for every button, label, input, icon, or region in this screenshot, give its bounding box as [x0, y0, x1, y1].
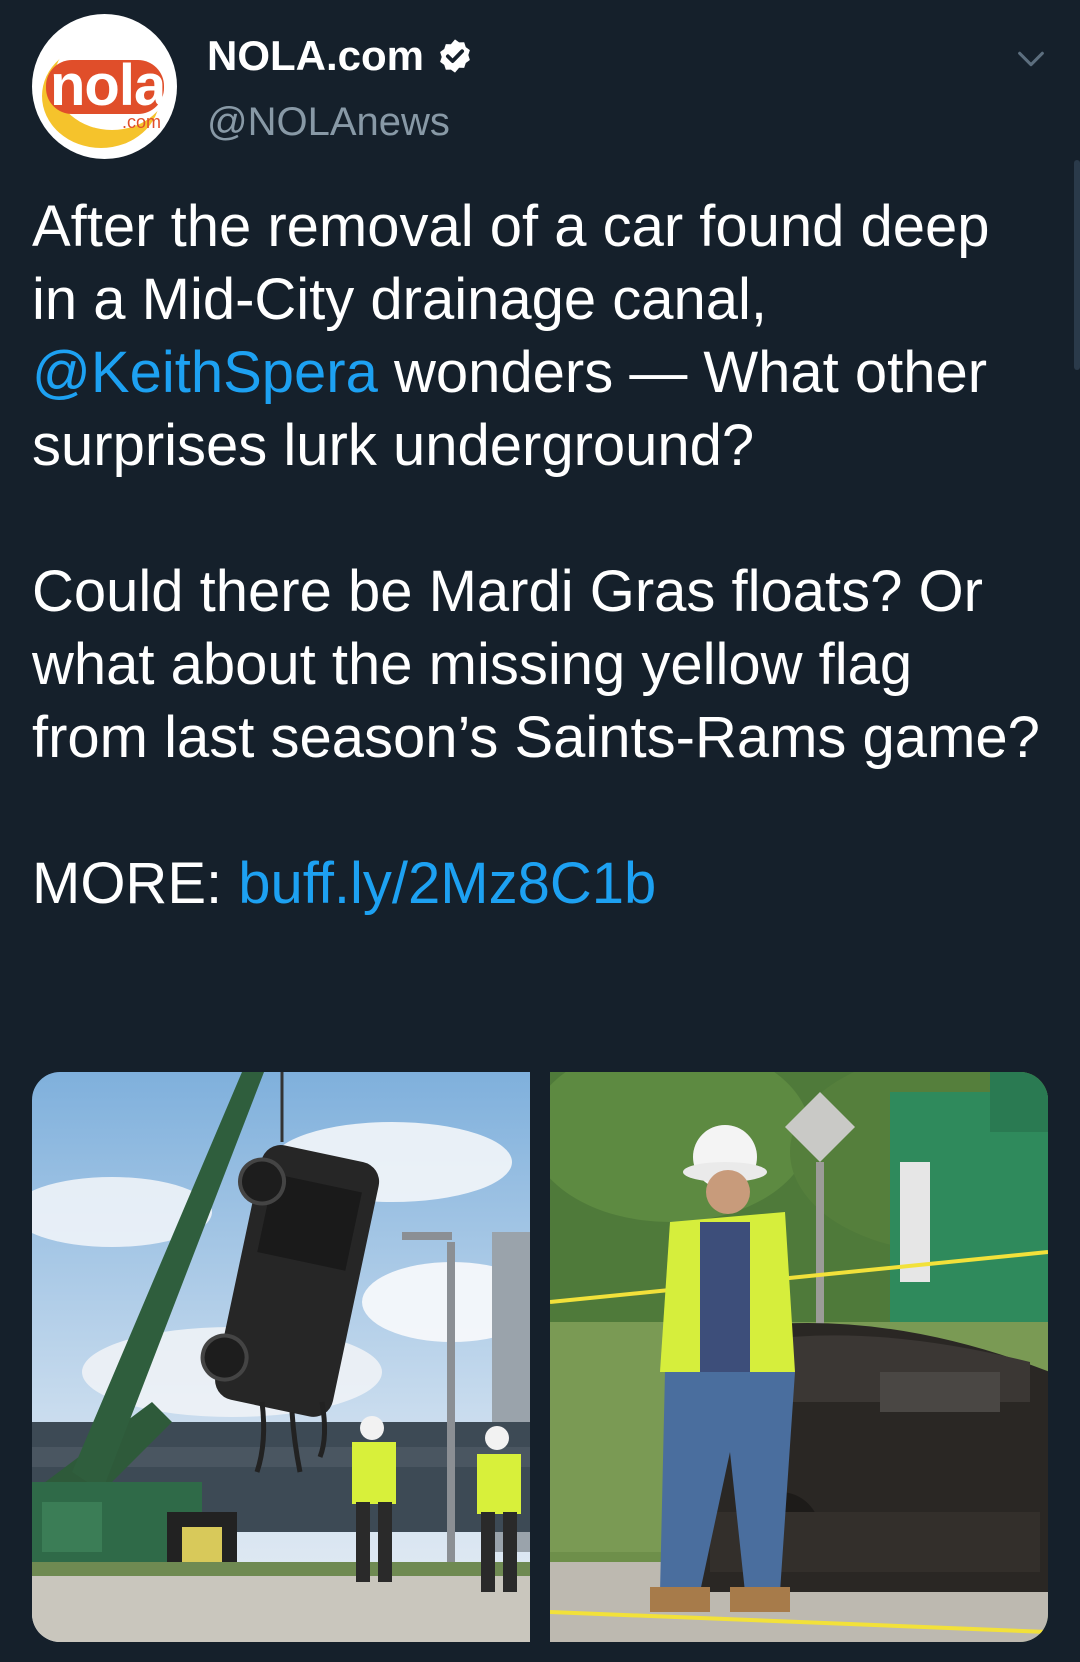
article-link[interactable]: buff.ly/2Mz8C1b: [238, 851, 656, 916]
tweet-header: nola .com NOLA.com @NOLAnews: [32, 14, 1048, 160]
media-grid: [32, 1072, 1048, 1642]
display-name[interactable]: NOLA.com: [207, 32, 424, 80]
scrollbar[interactable]: [1074, 160, 1080, 370]
avatar-logo-text: nola: [50, 53, 166, 118]
photo-worker-inspecting-car[interactable]: [550, 1072, 1048, 1642]
name-row: NOLA.com: [207, 32, 474, 80]
more-label: MORE:: [32, 851, 239, 916]
tweet-paragraph-2: Could there be Mardi Gras floats? Or wha…: [32, 559, 1040, 770]
chevron-down-icon[interactable]: [1014, 42, 1048, 76]
tweet-body: After the removal of a car found deep in…: [32, 190, 1042, 920]
avatar-logo-suffix: .com: [122, 112, 162, 132]
handle[interactable]: @NOLAnews: [207, 100, 450, 145]
tweet-paragraph-3: MORE: buff.ly/2Mz8C1b: [32, 847, 1042, 920]
avatar[interactable]: nola .com: [32, 14, 177, 159]
photo-car-lifted-by-crane[interactable]: [32, 1072, 530, 1642]
mention-link[interactable]: @KeithSpera: [32, 340, 378, 405]
verified-badge-icon: [440, 39, 470, 73]
tweet-paragraph-1: After the removal of a car found deep in…: [32, 194, 990, 478]
